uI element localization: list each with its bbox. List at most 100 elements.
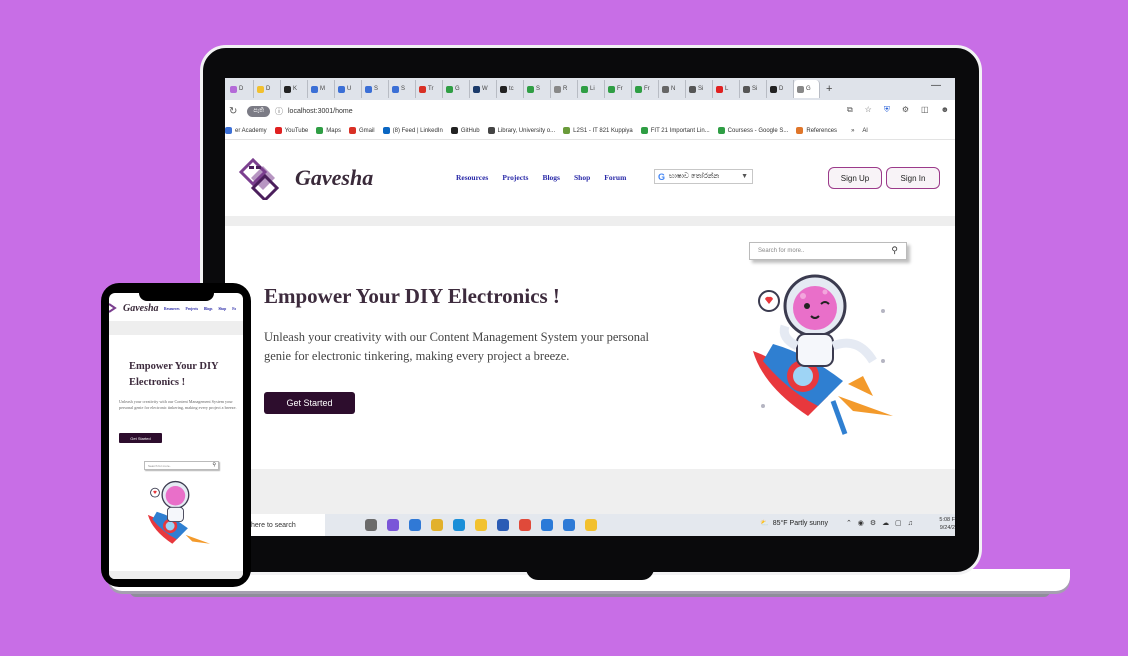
sign-up-button[interactable]: Sign Up: [828, 167, 882, 189]
tab-label: Si: [752, 86, 758, 92]
browser-tab[interactable]: S: [524, 80, 551, 98]
gavesha-logo-icon[interactable]: [237, 157, 281, 205]
phone-logo-icon: [109, 303, 117, 313]
browser-tab[interactable]: G: [794, 80, 820, 98]
vscode-icon[interactable]: [563, 519, 575, 531]
language-select[interactable]: G භාෂාව තෝරන්න ▼: [654, 169, 753, 184]
edge-icon[interactable]: [453, 519, 465, 531]
chrome-icon[interactable]: [519, 519, 531, 531]
info-icon[interactable]: ⓘ: [275, 106, 283, 117]
browser-tab[interactable]: K: [281, 80, 308, 98]
bookmark-label: (8) Feed | LinkedIn: [392, 127, 443, 134]
sign-in-button[interactable]: Sign In: [886, 167, 940, 189]
word-icon[interactable]: [497, 519, 509, 531]
taskbar-clock[interactable]: 5:08 F 9/24/2: [933, 516, 955, 532]
bookmark-item[interactable]: Coursess - Google S...: [717, 127, 788, 134]
bookmark-item[interactable]: FIT 21 Important Lin...: [640, 127, 710, 134]
bookmark-item[interactable]: L2S1 - IT 821 Kuppiya: [563, 127, 633, 134]
taskbar-weather[interactable]: ⛅ 85°F Partly sunny: [760, 519, 829, 528]
tab-label: R: [563, 86, 568, 92]
todo-icon[interactable]: [541, 519, 553, 531]
url-input[interactable]: localhost:3001/home: [288, 108, 353, 115]
profile-icon[interactable]: ☻: [941, 105, 949, 115]
browser-tab[interactable]: Si: [740, 80, 767, 98]
task-view-icon[interactable]: [365, 519, 377, 531]
browser-tab[interactable]: Li: [578, 80, 605, 98]
extensions-icon[interactable]: ⚙: [902, 105, 909, 115]
mail-icon[interactable]: [409, 519, 421, 531]
browser-tab[interactable]: D: [254, 80, 281, 98]
bookmark-item[interactable]: Maps: [316, 127, 341, 134]
browser-tab[interactable]: U: [335, 80, 362, 98]
profile-chip[interactable]: පැති: [247, 105, 270, 117]
browser-tab[interactable]: Fr: [605, 80, 632, 98]
browser-tab[interactable]: D: [767, 80, 794, 98]
browser-tab[interactable]: S: [389, 80, 416, 98]
extension-shield-icon[interactable]: ⛨: [884, 105, 890, 115]
phone-nav-blogs[interactable]: Blogs: [204, 307, 212, 311]
phone-search-input[interactable]: Search for more.. ⚲: [144, 461, 219, 470]
bookmark-item[interactable]: Gmail: [348, 127, 375, 134]
install-icon[interactable]: ⧉: [847, 105, 853, 115]
get-started-button[interactable]: Get Started: [264, 392, 355, 414]
sidebar-icon[interactable]: ◫: [921, 105, 929, 115]
sticky-notes-icon[interactable]: [585, 519, 597, 531]
browser-tab[interactable]: S: [362, 80, 389, 98]
search-icon[interactable]: ⚲: [891, 245, 898, 256]
bookmarks-folder[interactable]: Al: [862, 128, 867, 134]
phone-nav-resources[interactable]: Resources: [164, 307, 180, 311]
bookmark-star-icon[interactable]: ☆: [865, 105, 872, 115]
browser-tab[interactable]: Tr: [416, 80, 443, 98]
nav-resources[interactable]: Resources: [456, 173, 488, 182]
hero-section: Empower Your DIY Electronics ! Unleash y…: [225, 226, 955, 469]
phone-nav-shop[interactable]: Shop: [218, 307, 226, 311]
chrome-canary-icon[interactable]: [475, 519, 487, 531]
bookmark-label: YouTube: [284, 127, 309, 134]
site-logo-text[interactable]: Gavesha: [295, 165, 373, 191]
bookmark-item[interactable]: GitHub: [450, 127, 480, 134]
system-tray[interactable]: ⌃ ◉ ⚙ ☁ ▢ ♫: [846, 519, 915, 527]
tab-label: G: [806, 86, 811, 92]
browser-tab[interactable]: W: [470, 80, 497, 98]
browser-tab[interactable]: G: [443, 80, 470, 98]
phone-search-icon[interactable]: ⚲: [212, 462, 216, 468]
phone-nav-projects[interactable]: Projects: [186, 307, 199, 311]
phone-hero-description: Unleash your creativity with our Content…: [119, 399, 237, 410]
browser-tab[interactable]: D: [227, 80, 254, 98]
language-label: භාෂාව තෝරන්න: [669, 172, 720, 180]
browser-tab[interactable]: M: [308, 80, 335, 98]
nav-forum[interactable]: Forum: [604, 173, 626, 182]
laptop-notch: [526, 566, 654, 580]
minimize-button[interactable]: —: [931, 80, 941, 91]
reload-icon[interactable]: ↻: [229, 106, 237, 117]
browser-tab[interactable]: Si: [686, 80, 713, 98]
bookmark-item[interactable]: YouTube: [274, 127, 309, 134]
browser-tab[interactable]: N: [659, 80, 686, 98]
copilot-icon[interactable]: [387, 519, 399, 531]
phone-nav-forum[interactable]: Fo: [232, 307, 236, 311]
file-explorer-icon[interactable]: [431, 519, 443, 531]
nav-blogs[interactable]: Blogs: [542, 173, 560, 182]
browser-tab[interactable]: R: [551, 80, 578, 98]
bookmark-item[interactable]: (8) Feed | LinkedIn: [382, 127, 443, 134]
tab-favicon-icon: [338, 85, 345, 93]
tab-favicon-icon: [608, 85, 615, 93]
phone-logo-text[interactable]: Gavesha: [123, 303, 159, 314]
nav-projects[interactable]: Projects: [502, 173, 528, 182]
search-input[interactable]: Search for more.. ⚲: [749, 242, 907, 260]
bookmark-favicon-icon: [450, 127, 458, 134]
browser-tab[interactable]: tc: [497, 80, 524, 98]
bookmark-item[interactable]: References: [796, 127, 837, 134]
weather-text: 85°F Partly sunny: [772, 519, 829, 527]
address-bar-actions: ⧉ ☆ ⛨ ⚙ ◫ ☻: [847, 105, 949, 115]
bookmarks-overflow-icon[interactable]: »: [851, 128, 854, 134]
browser-tab[interactable]: Fr: [632, 80, 659, 98]
phone-get-started-button[interactable]: Get Started: [119, 433, 162, 443]
tab-favicon-icon: [500, 85, 507, 93]
bookmark-item[interactable]: Library, University o...: [487, 127, 555, 134]
tab-label: Fr: [644, 86, 650, 92]
browser-tab[interactable]: L: [713, 80, 740, 98]
nav-shop[interactable]: Shop: [574, 173, 590, 182]
new-tab-button[interactable]: +: [826, 83, 832, 95]
bookmark-item[interactable]: er Academy: [225, 127, 267, 134]
